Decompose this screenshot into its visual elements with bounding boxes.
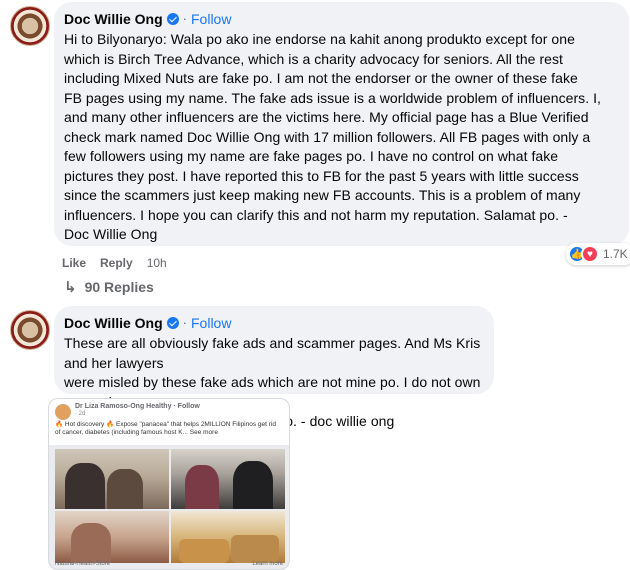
embed-footer: Natural-Health-Store (55, 561, 111, 567)
embed-learn-more: Learn more (252, 561, 283, 567)
comment-line: check mark named Doc Willie Ong with 17 … (64, 128, 591, 145)
comment-line: and many other influencers are the victi… (64, 109, 589, 125)
embed-header: Dr Liza Ramoso-Ong Healthy · Follow · 2d… (49, 399, 289, 445)
like-button[interactable]: Like (62, 256, 86, 270)
comment-bubble: Doc Willie Ong · Follow Hi to Bilyonaryo… (54, 2, 629, 246)
embed-timestamp: · 2d (75, 411, 86, 417)
separator-dot: · (182, 315, 187, 330)
comment-line: FB pages using my name. The fake ads iss… (64, 89, 601, 106)
embed-photo (55, 511, 169, 563)
comment-line: since the scammers just keep making new … (64, 187, 581, 203)
avatar[interactable] (10, 310, 50, 350)
verified-badge-icon (166, 317, 179, 329)
embed-photo (171, 449, 285, 509)
comment-line: influencers. I hope you can clarify this… (64, 206, 568, 223)
comment-line: which is Birch Tree Advance, which is a … (64, 50, 563, 67)
comment-line: Doc Willie Ong (64, 226, 158, 242)
replies-count: 90 Replies (84, 279, 154, 295)
author-name[interactable]: Doc Willie Ong (64, 314, 163, 332)
comment-line: including Mixed Nuts are fake po. I am n… (64, 70, 578, 86)
separator-dot: · (182, 11, 187, 26)
embed-avatar (55, 404, 71, 420)
embed-text: 🔥 Hot discovery 🔥 Expose "panacea" that … (55, 421, 276, 436)
embed-page-name: Dr Liza Ramoso-Ong Healthy · Follow (75, 403, 200, 410)
comment-header: Doc Willie Ong · Follow (64, 314, 484, 332)
reply-button[interactable]: Reply (100, 256, 133, 270)
timestamp[interactable]: 10h (147, 256, 167, 270)
comment-header: Doc Willie Ong · Follow (64, 10, 619, 28)
comment-bubble: Doc Willie Ong · Follow These are all ob… (54, 306, 494, 429)
attached-image[interactable]: Dr Liza Ramoso-Ong Healthy · Follow · 2d… (48, 398, 290, 570)
view-replies-button[interactable]: ↳ 90 Replies (64, 278, 154, 296)
comment-line: few followers using my name are fake pag… (64, 148, 559, 164)
comment-actions: Like Reply 10h (62, 256, 181, 270)
embed-photo-grid (55, 449, 285, 563)
verified-badge-icon (166, 13, 179, 25)
reaction-summary[interactable]: 👍 ♥ 1.7K (566, 243, 630, 265)
embed-photo (55, 449, 169, 509)
comment-text: Hi to Bilyonaryo: Wala po ako ine endors… (64, 30, 619, 245)
reaction-count: 1.7K (603, 247, 628, 261)
comment-line: Hi to Bilyonaryo: Wala po ako ine endors… (64, 31, 575, 47)
follow-button[interactable]: Follow (191, 10, 231, 28)
love-reaction-icon: ♥ (581, 245, 599, 263)
follow-button[interactable]: Follow (191, 314, 231, 332)
author-name[interactable]: Doc Willie Ong (64, 10, 163, 28)
comment-line: These are all obviously fake ads and sca… (64, 335, 481, 371)
comment-line: pictures they post. I have reported this… (64, 167, 579, 184)
avatar[interactable] (10, 6, 50, 46)
embed-photo (171, 511, 285, 563)
reply-arrow-icon: ↳ (64, 279, 77, 296)
